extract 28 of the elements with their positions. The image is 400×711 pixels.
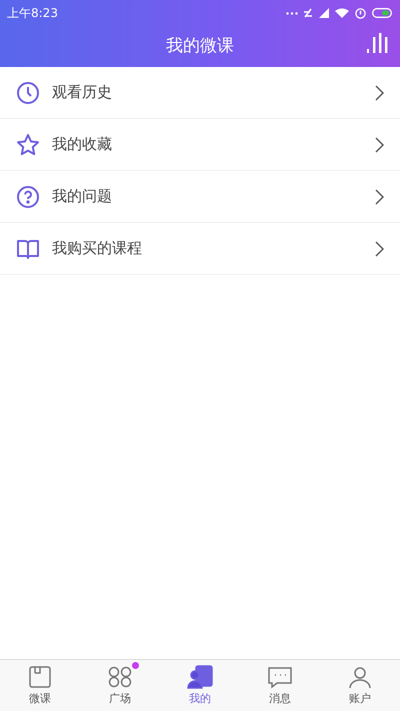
status-time: 上午8:23: [7, 4, 58, 22]
question-icon: [16, 184, 40, 208]
course-icon: [27, 665, 53, 689]
alarm-icon: [355, 8, 366, 18]
tab[interactable]: 微课: [0, 660, 80, 711]
menu-item[interactable]: 我的收藏: [0, 119, 400, 171]
chevron-icon: [375, 84, 384, 100]
wifi-icon: [335, 8, 349, 18]
chevron-icon: [375, 136, 384, 152]
menu-item[interactable]: 观看历史: [0, 67, 400, 119]
menu-item[interactable]: 我的问题: [0, 171, 400, 223]
chevron-icon: [375, 240, 384, 256]
star-icon: [16, 132, 40, 156]
tab[interactable]: 账户: [320, 660, 400, 711]
chevron-icon: [375, 188, 384, 204]
tab[interactable]: 我的: [160, 660, 240, 711]
signal-icon: [319, 8, 329, 18]
more-icon: [286, 12, 298, 14]
battery-icon: [372, 8, 392, 18]
menu-item[interactable]: 我购买的课程: [0, 223, 400, 275]
bars-icon[interactable]: [366, 31, 388, 55]
data-icon: [304, 8, 313, 18]
tab[interactable]: 广场: [80, 660, 160, 711]
clock-icon: [16, 80, 40, 104]
tab[interactable]: 消息: [240, 660, 320, 711]
message-icon: [267, 665, 293, 689]
page-title: 我的微课: [166, 34, 234, 56]
account-icon: [347, 665, 373, 689]
